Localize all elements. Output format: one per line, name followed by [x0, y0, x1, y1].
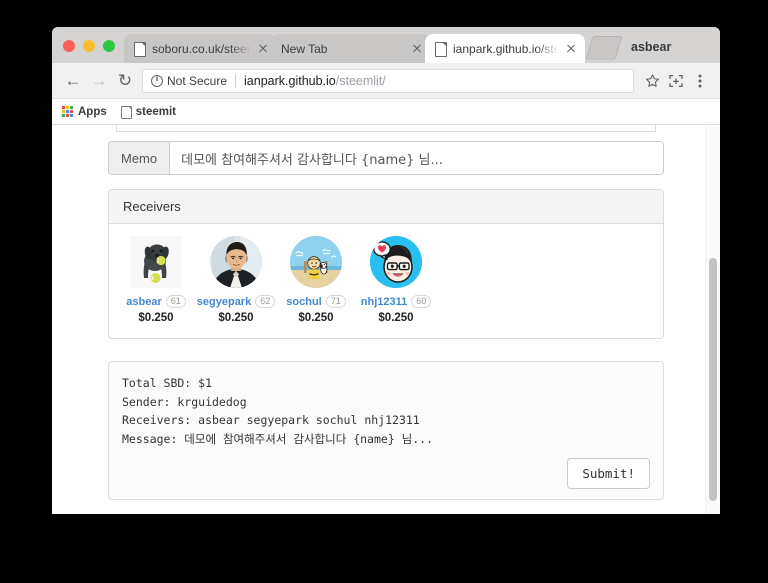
receiver-amount: $0.250 — [138, 312, 174, 324]
submit-row: Submit! — [122, 457, 650, 489]
receiver-meta: segyepark 62 — [197, 295, 276, 308]
receiver-meta: nhj12311 60 — [361, 295, 432, 308]
apps-grid-icon — [62, 106, 73, 117]
profile-name-label[interactable]: asbear — [631, 40, 671, 54]
bookmark-apps[interactable]: Apps — [62, 106, 107, 118]
bookmark-star-icon[interactable] — [640, 69, 664, 93]
beach-cartoon-avatar[interactable] — [290, 236, 342, 288]
receiver-card-asbear[interactable]: asbear 61 $0.250 — [119, 236, 193, 324]
page-scrollbar[interactable] — [705, 125, 720, 514]
browser-tab-2[interactable]: New Tab — [271, 34, 431, 63]
close-tab-icon[interactable] — [563, 41, 579, 57]
info-circle-icon — [151, 73, 163, 87]
memo-input[interactable] — [170, 142, 663, 174]
page-favicon-icon — [120, 105, 132, 119]
submit-button[interactable]: Submit! — [567, 457, 650, 489]
close-tab-icon[interactable] — [409, 41, 425, 57]
receivers-list: asbear 61 $0.250 segyepark 62 $0.250 soc… — [109, 224, 663, 338]
receiver-card-segyepark[interactable]: segyepark 62 $0.250 — [197, 236, 276, 324]
tab-title: ianpark.github.io/steem — [453, 41, 559, 56]
summary-panel: Total SBD: $1 Sender: krguidedog Receive… — [108, 361, 664, 500]
bookmark-label: steemit — [135, 105, 177, 118]
receiver-name[interactable]: segyepark — [197, 296, 251, 308]
tab-strip: soboru.co.uk/steemme New Tab ianpark.git… — [52, 27, 720, 63]
bookmark-label: Apps — [78, 105, 107, 118]
omnibox-divider — [235, 73, 237, 88]
reputation-badge: 60 — [411, 295, 432, 308]
receiver-meta: sochul 71 — [286, 295, 346, 308]
browser-window: soboru.co.uk/steemme New Tab ianpark.git… — [52, 27, 720, 514]
page-viewport: Memo Receivers — [52, 125, 720, 514]
new-tab-button[interactable] — [585, 36, 623, 60]
receiver-amount: $0.250 — [298, 312, 334, 324]
security-indicator[interactable]: Not Secure — [151, 73, 228, 88]
clipped-panel-above-edge — [116, 131, 656, 132]
bookmark-steemit[interactable]: steemit — [120, 105, 177, 119]
receiver-name[interactable]: sochul — [286, 296, 321, 308]
browser-tab-1[interactable]: soboru.co.uk/steemme — [124, 34, 277, 63]
receivers-panel: Receivers asbear 61 $0.250 segyepark 62 … — [108, 189, 664, 339]
forward-button[interactable]: → — [86, 68, 112, 94]
page-favicon-icon — [134, 41, 146, 57]
url-host: ianpark.github.io — [244, 73, 336, 88]
close-window-button[interactable] — [63, 40, 75, 52]
memo-label: Memo — [109, 142, 171, 174]
reload-button[interactable]: ↻ — [112, 68, 138, 94]
portrait-avatar[interactable] — [210, 236, 262, 288]
receiver-amount: $0.250 — [378, 312, 414, 324]
page-scrollbar-thumb[interactable] — [709, 258, 717, 501]
back-button[interactable]: ← — [60, 68, 86, 94]
page-favicon-icon — [435, 41, 447, 57]
receiver-name[interactable]: asbear — [126, 296, 161, 308]
receiver-amount: $0.250 — [218, 312, 254, 324]
cast-add-icon[interactable] — [664, 69, 688, 93]
window-controls — [52, 40, 124, 63]
address-bar[interactable]: Not Secure ianpark.github.io/steemlit/ — [142, 68, 634, 93]
browser-toolbar: ← → ↻ Not Secure ianpark.github.io/steem… — [52, 63, 720, 99]
memo-input-group: Memo — [108, 141, 664, 175]
reputation-badge: 71 — [325, 295, 346, 308]
receiver-name[interactable]: nhj12311 — [361, 296, 407, 308]
browser-tab-3[interactable]: ianpark.github.io/steem — [425, 34, 585, 63]
receivers-panel-header: Receivers — [109, 190, 663, 224]
url-path: /steemlit/ — [335, 73, 386, 88]
tab-title: New Tab — [281, 41, 328, 56]
face-cartoon-avatar[interactable] — [370, 236, 422, 288]
tab-title: soboru.co.uk/steemme — [152, 41, 251, 56]
receiver-card-sochul[interactable]: sochul 71 $0.250 — [279, 236, 353, 324]
dog-avatar[interactable] — [130, 236, 182, 288]
reputation-badge: 62 — [255, 295, 276, 308]
receiver-card-nhj12311[interactable]: nhj12311 60 $0.250 — [359, 236, 433, 324]
summary-text: Total SBD: $1 Sender: krguidedog Receive… — [122, 376, 434, 446]
reputation-badge: 61 — [165, 295, 186, 308]
page-content: Memo Receivers — [52, 125, 720, 514]
maximize-window-button[interactable] — [103, 40, 115, 52]
receiver-meta: asbear 61 — [126, 295, 186, 308]
chrome-menu-icon[interactable] — [688, 69, 712, 93]
minimize-window-button[interactable] — [83, 40, 95, 52]
bookmarks-bar: Apps steemit — [52, 99, 720, 125]
security-label: Not Secure — [167, 73, 228, 88]
close-tab-icon[interactable] — [255, 41, 271, 57]
